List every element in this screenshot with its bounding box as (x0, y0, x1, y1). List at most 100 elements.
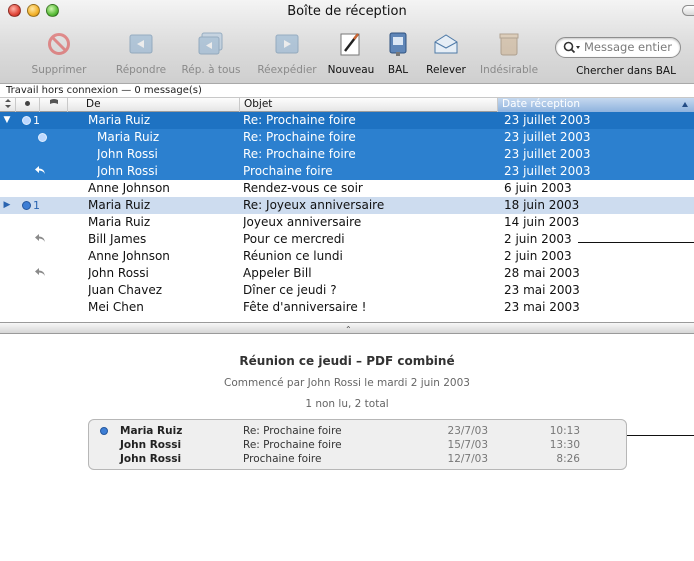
message-date: 14 juin 2003 (504, 215, 580, 229)
preview-pane: Réunion ce jeudi – PDF combiné Commencé … (0, 334, 694, 561)
message-date: 23 mai 2003 (504, 283, 580, 297)
message-row[interactable]: ▶ 1 Maria Ruiz Re: Joyeux anniversaire 18 ju… (0, 197, 694, 214)
message-row[interactable]: Juan Chavez Dîner ce jeudi ? 23 mai 2003 (0, 282, 694, 299)
message-sender: Anne Johnson (88, 249, 170, 263)
unread-icon (38, 133, 47, 142)
junk-button[interactable]: Indésirable (468, 24, 550, 80)
title-bar: Boîte de réception (0, 0, 694, 22)
message-date: 23 juillet 2003 (504, 147, 591, 161)
message-row[interactable]: John Rossi Prochaine foire 23 juillet 2003 (0, 163, 694, 180)
message-sender: Bill James (88, 232, 147, 246)
message-date: 23 mai 2003 (504, 300, 580, 314)
thread-toggle[interactable]: ▶ (0, 197, 14, 214)
message-sender: Maria Ruiz (88, 113, 151, 127)
message-status: 1 (22, 112, 66, 129)
thread-message-row[interactable]: John Rossi Re: Prochaine foire 15/7/03 13:3… (89, 438, 628, 452)
message-row[interactable]: Maria Ruiz Joyeux anniversaire 14 juin 200… (0, 214, 694, 231)
column-header-row: De Objet Date réception (0, 98, 694, 112)
flag-column-header[interactable] (40, 98, 68, 112)
message-subject: Re: Prochaine foire (243, 113, 356, 127)
thread-subtitle: Commencé par John Rossi le mardi 2 juin … (224, 377, 470, 389)
get-mail-icon (432, 30, 460, 58)
reply-all-button[interactable]: Rép. à tous (170, 24, 252, 80)
thread-message-date: 15/7/03 (447, 439, 488, 451)
replied-icon (22, 267, 46, 280)
message-row[interactable]: John Rossi Re: Prochaine foire 23 juillet … (0, 146, 694, 163)
message-sender: Mei Chen (88, 300, 144, 314)
unread-icon (22, 201, 31, 210)
replied-icon (22, 233, 46, 246)
search-field[interactable]: Message entier (555, 37, 681, 58)
message-subject: Joyeux anniversaire (243, 215, 362, 229)
message-sender: Juan Chavez (88, 283, 163, 297)
thread-message-sender: John Rossi (120, 439, 182, 451)
thread-message-time: 8:26 (556, 453, 580, 465)
message-subject: Prochaine foire (243, 164, 333, 178)
reply-all-icon (197, 30, 225, 58)
message-row[interactable]: John Rossi Appeler Bill 28 mai 2003 (0, 265, 694, 282)
delete-icon (45, 30, 73, 58)
search-icon (563, 41, 580, 54)
date-column-label: Date réception (502, 98, 580, 110)
pane-splitter[interactable]: ⌃ (0, 322, 694, 334)
thread-message-row[interactable]: John Rossi Prochaine foire 12/7/03 8:26 (89, 452, 628, 466)
status-line: Travail hors connexion — 0 message(s) (0, 84, 694, 98)
unread-icon (100, 427, 108, 435)
thread-message-row[interactable]: Maria Ruiz Re: Prochaine foire 23/7/03 10:1… (89, 424, 628, 438)
from-column-label: De (86, 98, 101, 110)
message-sender: Maria Ruiz (97, 130, 160, 144)
thread-column-header[interactable] (0, 98, 16, 112)
message-status (22, 265, 66, 282)
status-column-header[interactable] (16, 98, 40, 112)
message-subject: Appeler Bill (243, 266, 312, 280)
thread-message-list: Maria Ruiz Re: Prochaine foire 23/7/03 10:1… (88, 419, 627, 470)
thread-message-date: 12/7/03 (447, 453, 488, 465)
mail-window: Boîte de réception Supprimer Répondre Ré… (0, 0, 694, 561)
callout-line (578, 242, 694, 243)
message-subject: Fête d'anniversaire ! (243, 300, 367, 314)
message-status (22, 129, 66, 146)
message-row[interactable]: Anne Johnson Réunion ce lundi 2 juin 2003 (0, 248, 694, 265)
message-sender: Maria Ruiz (88, 215, 151, 229)
message-subject: Dîner ce jeudi ? (243, 283, 337, 297)
sort-ascending-icon (682, 102, 688, 107)
message-date: 23 juillet 2003 (504, 164, 591, 178)
reply-all-label: Rép. à tous (181, 64, 241, 76)
callout-line-preview (627, 435, 694, 436)
message-subject: Re: Joyeux anniversaire (243, 198, 385, 212)
thread-message-date: 23/7/03 (447, 425, 488, 437)
message-subject: Réunion ce lundi (243, 249, 343, 263)
reply-icon (127, 30, 155, 58)
delete-button[interactable]: Supprimer (18, 24, 100, 80)
date-column-header[interactable]: Date réception (498, 98, 694, 112)
message-sender: John Rossi (97, 147, 158, 161)
message-row[interactable]: Anne Johnson Rendez-vous ce soir 6 juin 20… (0, 180, 694, 197)
message-row[interactable]: Bill James Pour ce mercredi 2 juin 2003 (0, 231, 694, 248)
subject-column-header[interactable]: Objet (240, 98, 498, 112)
splitter-grip-icon: ⌃ (345, 325, 352, 334)
thread-toggle[interactable]: ▼ (0, 112, 14, 129)
thread-message-subject: Re: Prochaine foire (243, 439, 342, 451)
message-row[interactable]: ▼ 1 Maria Ruiz Re: Prochaine foire 23 juille… (0, 112, 694, 129)
thread-title: Réunion ce jeudi – PDF combiné (239, 354, 455, 368)
message-sender: Maria Ruiz (88, 198, 151, 212)
message-row[interactable]: Maria Ruiz Re: Prochaine foire 23 juillet … (0, 129, 694, 146)
message-row[interactable]: Mei Chen Fête d'anniversaire ! 23 mai 2003 (0, 299, 694, 316)
junk-icon (495, 30, 523, 58)
search-placeholder: Message entier (584, 40, 672, 54)
message-date: 18 juin 2003 (504, 198, 580, 212)
thread-count-badge: 1 (33, 199, 40, 212)
junk-label: Indésirable (479, 64, 539, 76)
forward-icon (273, 30, 301, 58)
message-date: 23 juillet 2003 (504, 130, 591, 144)
thread-count-badge: 1 (33, 114, 40, 127)
search-label: Chercher dans BAL (576, 65, 676, 77)
message-date: 23 juillet 2003 (504, 113, 591, 127)
message-sender: John Rossi (88, 266, 149, 280)
from-column-header[interactable]: De (68, 98, 240, 112)
message-status: 1 (22, 197, 66, 214)
thread-message-subject: Prochaine foire (243, 453, 322, 465)
message-subject: Pour ce mercredi (243, 232, 345, 246)
message-date: 2 juin 2003 (504, 249, 572, 263)
toolbar-toggle-button[interactable] (682, 5, 694, 16)
